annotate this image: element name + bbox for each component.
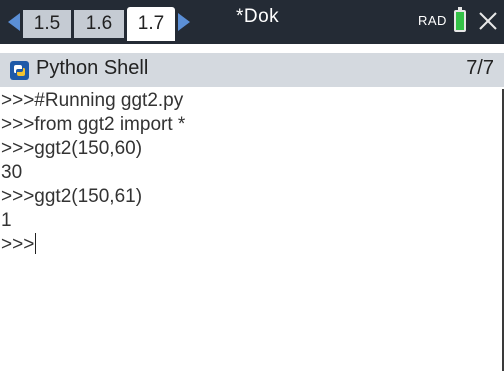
console-line: >>>ggt2(150,60): [1, 138, 143, 159]
previous-page-arrow-icon[interactable]: [8, 13, 20, 31]
tab-bar: 1.5 1.6 1.7 *Dok RAD: [0, 0, 504, 44]
python-shell-header: Python Shell 7/7: [0, 53, 504, 87]
console-line: 30: [1, 162, 23, 183]
console-line: >>>from ggt2 import *: [1, 114, 186, 135]
console-line: >>>#Running ggt2.py: [1, 90, 184, 111]
page-indicator: 7/7: [466, 57, 494, 79]
tab-1-6[interactable]: 1.6: [74, 10, 124, 38]
python-console[interactable]: >>>#Running ggt2.py >>>from ggt2 import …: [0, 89, 504, 371]
document-title: *Dok: [236, 6, 280, 27]
tab-1-5[interactable]: 1.5: [23, 10, 71, 38]
console-line: >>>ggt2(150,61): [1, 186, 143, 207]
console-prompt-line[interactable]: >>>: [1, 233, 37, 256]
console-prompt: >>>: [1, 234, 35, 255]
angle-mode-indicator: RAD: [418, 13, 447, 28]
shell-title: Python Shell: [36, 57, 149, 79]
battery-icon: [454, 7, 466, 32]
console-line: 1: [1, 210, 12, 231]
next-page-arrow-icon[interactable]: [178, 13, 190, 31]
python-icon: [10, 61, 29, 80]
close-icon[interactable]: [478, 11, 498, 31]
tab-1-7[interactable]: 1.7: [127, 7, 175, 41]
text-cursor: [35, 233, 37, 254]
